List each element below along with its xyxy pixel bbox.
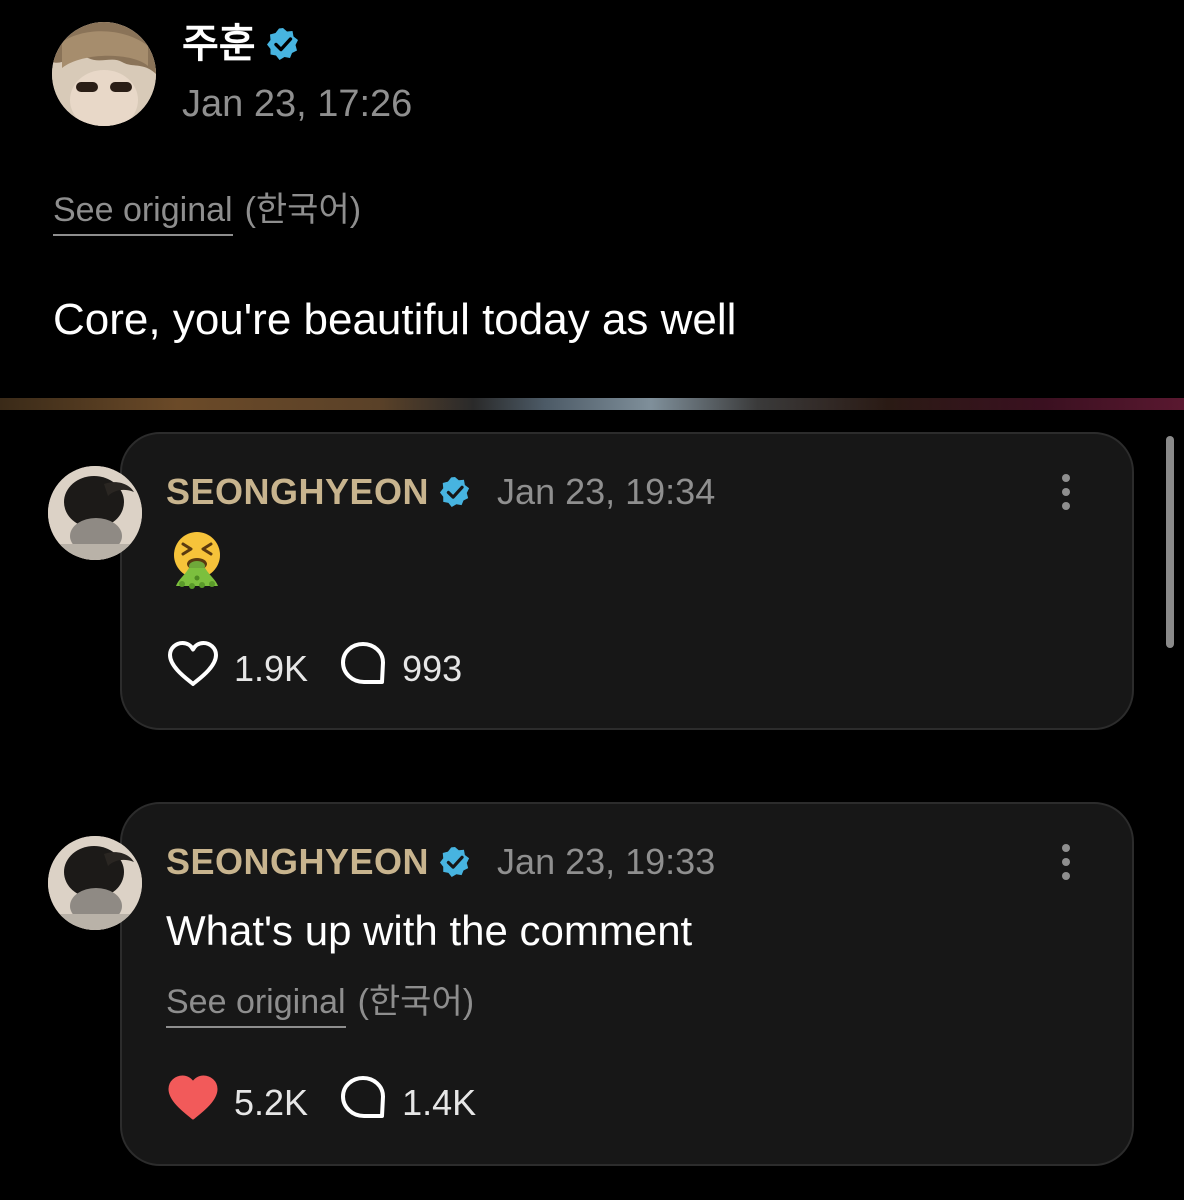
like-count: 5.2K [234, 1081, 309, 1123]
comment-author-name[interactable]: SEONGHYEON [166, 468, 429, 516]
comment-timestamp: Jan 23, 19:33 [497, 841, 716, 882]
reply-count: 993 [402, 647, 463, 689]
post-text: Core, you're beautiful today as well [53, 295, 737, 344]
vomiting-face-emoji [170, 530, 224, 590]
comment-author-avatar[interactable] [48, 836, 142, 930]
heart-icon[interactable] [166, 640, 220, 697]
comment-author-avatar[interactable] [48, 466, 142, 560]
heart-filled-icon[interactable] [166, 1074, 220, 1131]
see-original-row: See original (한국어) [166, 980, 474, 1028]
comment-author-name[interactable]: SEONGHYEON [166, 838, 429, 886]
comment-stats: 1.9K 993 [166, 640, 462, 697]
reply-count: 1.4K [402, 1081, 477, 1123]
comment-header: SEONGHYEON Jan 23, 19:33 [166, 838, 715, 886]
post-author-avatar[interactable] [52, 22, 156, 126]
post-author-name[interactable]: 주훈 [182, 20, 256, 68]
verified-badge-icon [266, 27, 300, 61]
original-language-label: (한국어) [244, 191, 362, 229]
comment-text: What's up with the comment [166, 907, 693, 954]
media-preview-strip [0, 398, 1184, 410]
more-options-icon[interactable] [1058, 472, 1074, 512]
post-author: 주훈 [182, 20, 300, 68]
verified-badge-icon [439, 476, 471, 508]
reply-icon[interactable] [338, 640, 388, 697]
more-options-icon[interactable] [1058, 842, 1074, 882]
post-timestamp: Jan 23, 17:26 [182, 83, 413, 125]
reply-icon[interactable] [338, 1074, 388, 1131]
verified-badge-icon [439, 846, 471, 878]
see-original-row: See original (한국어) [53, 188, 361, 236]
scrollbar[interactable] [1166, 436, 1174, 648]
comment-timestamp: Jan 23, 19:34 [497, 471, 716, 512]
comment-header: SEONGHYEON Jan 23, 19:34 [166, 468, 715, 516]
original-language-label: (한국어) [357, 983, 475, 1021]
see-original-link[interactable]: See original [166, 980, 346, 1028]
see-original-link[interactable]: See original [53, 188, 233, 236]
like-count: 1.9K [234, 647, 309, 689]
comment-stats: 5.2K 1.4K [166, 1074, 476, 1131]
